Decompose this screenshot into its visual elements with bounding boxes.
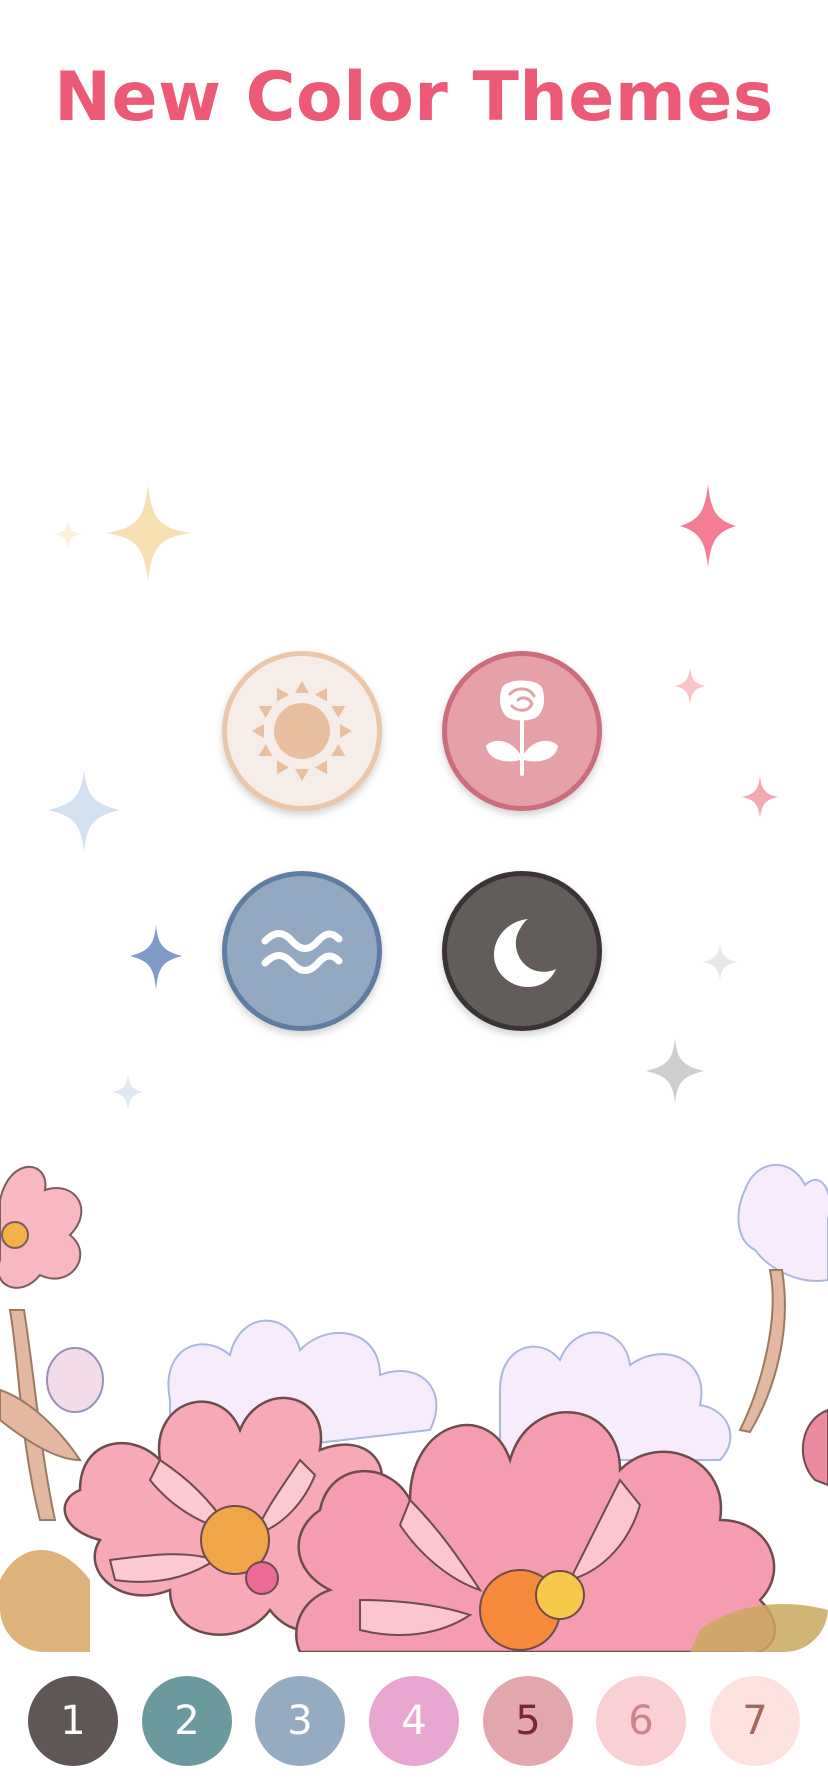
moon-icon: [494, 919, 556, 987]
palette-color-label: 2: [174, 1698, 200, 1744]
rose-icon: [486, 680, 558, 776]
palette-color-label: 7: [742, 1698, 768, 1744]
palette-color-7[interactable]: 7: [710, 1676, 800, 1766]
sparkle-icon: [675, 668, 705, 704]
palette-color-4[interactable]: 4: [369, 1676, 459, 1766]
palette-color-label: 6: [628, 1698, 654, 1744]
color-palette: 1 2 3 4 5 6 7: [0, 1676, 828, 1766]
sparkle-icon: [703, 944, 737, 980]
palette-color-label: 4: [401, 1698, 427, 1744]
theme-moon-button[interactable]: [442, 871, 602, 1031]
palette-color-2[interactable]: 2: [142, 1676, 232, 1766]
palette-color-6[interactable]: 6: [596, 1676, 686, 1766]
sparkle-icon: [48, 770, 120, 852]
theme-waves-button[interactable]: [222, 871, 382, 1031]
sparkle-icon: [742, 776, 778, 818]
palette-color-label: 1: [60, 1698, 86, 1744]
palette-color-label: 5: [515, 1698, 541, 1744]
sparkle-icon: [54, 520, 82, 548]
sparkle-icon: [106, 485, 190, 582]
sun-icon: [252, 681, 352, 781]
sparkle-icon: [113, 1075, 143, 1110]
theme-rose-button[interactable]: [442, 651, 602, 811]
palette-color-1[interactable]: 1: [28, 1676, 118, 1766]
sparkle-icon: [130, 925, 182, 990]
waves-icon: [261, 930, 343, 974]
sparkle-icon: [646, 1038, 704, 1104]
sparkle-icon: [680, 484, 736, 567]
palette-color-label: 3: [287, 1698, 313, 1744]
theme-sun-button[interactable]: [222, 651, 382, 811]
sparkles-decoration: [48, 484, 778, 1110]
flower-illustration: [0, 1160, 828, 1652]
palette-color-3[interactable]: 3: [255, 1676, 345, 1766]
palette-color-5[interactable]: 5: [483, 1676, 573, 1766]
